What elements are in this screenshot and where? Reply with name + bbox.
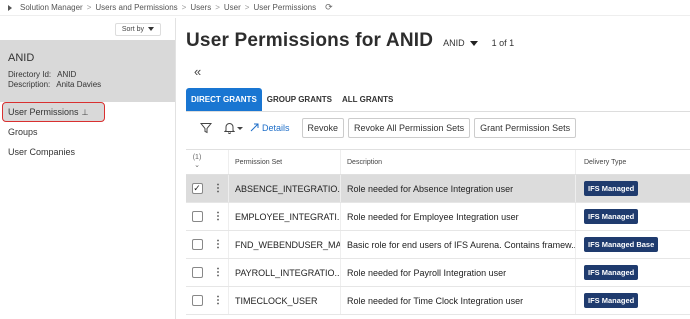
cell-description: Role needed for Employee Integration use… — [340, 203, 575, 230]
cell-permission-set: EMPLOYEE_INTEGRATI... — [228, 203, 340, 230]
grant-permission-sets-button[interactable]: Grant Permission Sets — [474, 118, 577, 138]
kebab-menu-icon[interactable]: ⋮ — [213, 183, 223, 194]
details-button[interactable]: Details — [250, 123, 290, 134]
revoke-all-permission-sets-button[interactable]: Revoke All Permission Sets — [348, 118, 471, 138]
cell-permission-set: FND_WEBENDUSER_MA... — [228, 231, 340, 258]
table-row[interactable]: ⋮ EMPLOYEE_INTEGRATI... Role needed for … — [186, 203, 690, 231]
delivery-type-badge: IFS Managed — [584, 265, 639, 280]
sort-by-button[interactable]: Sort by — [114, 22, 161, 36]
cell-description: Role needed for Absence Integration user — [340, 175, 575, 202]
breadcrumb: Solution Manager > Users and Permissions… — [0, 0, 690, 16]
delivery-type-badge: IFS Managed — [584, 209, 639, 224]
title-row: User Permissions for ANID ANID 1 of 1 — [186, 18, 690, 58]
kebab-menu-icon[interactable]: ⋮ — [213, 239, 223, 250]
breadcrumb-item[interactable]: Solution Manager — [20, 3, 83, 12]
sort-row: Sort by — [0, 18, 175, 40]
refresh-icon[interactable]: ⟳ — [325, 2, 333, 13]
collapse-sidebar-icon[interactable]: « — [194, 64, 201, 79]
tab-direct-grants[interactable]: DIRECT GRANTS — [186, 88, 262, 111]
column-header-description[interactable]: Description — [340, 150, 575, 174]
kebab-menu-icon[interactable]: ⋮ — [213, 295, 223, 306]
delivery-type-badge: IFS Managed — [584, 293, 639, 308]
breadcrumb-item[interactable]: Users — [190, 3, 211, 12]
cell-permission-set: PAYROLL_INTEGRATIO... — [228, 259, 340, 286]
chevron-right-icon: > — [244, 3, 250, 12]
sidebar-item-groups[interactable]: Groups — [0, 122, 175, 142]
delivery-type-badge: IFS Managed — [584, 181, 639, 196]
cell-permission-set: TIMECLOCK_USER — [228, 287, 340, 314]
breadcrumb-item[interactable]: User — [224, 3, 241, 12]
tab-bar: DIRECT GRANTS GROUP GRANTS ALL GRANTS — [186, 88, 690, 112]
cell-description: Role needed for Time Clock Integration u… — [340, 287, 575, 314]
cell-permission-set: ABSENCE_INTEGRATIO... — [228, 175, 340, 202]
record-description-line: Description: Anita Davies — [8, 80, 167, 90]
directory-id-label: Directory Id: — [8, 70, 52, 79]
kebab-menu-icon[interactable]: ⋮ — [213, 267, 223, 278]
permissions-table: (1) ⌄ Permission Set Description Deliver… — [186, 149, 690, 315]
sidebar-item-label: User Companies — [8, 147, 76, 157]
chevron-down-icon: ⌄ — [194, 162, 200, 169]
column-header-delivery-type[interactable]: Delivery Type — [575, 150, 690, 174]
collapse-row: « — [186, 58, 690, 84]
delivery-type-badge: IFS Managed Base — [584, 237, 659, 252]
kebab-menu-icon[interactable]: ⋮ — [213, 211, 223, 222]
sidebar-item-label: User Permissions — [8, 107, 79, 117]
tab-all-grants[interactable]: ALL GRANTS — [337, 88, 398, 111]
revoke-button[interactable]: Revoke — [301, 118, 345, 138]
cell-description: Role needed for Payroll Integration user — [340, 259, 575, 286]
chevron-right-icon: > — [86, 3, 92, 12]
toolbar: Details Revoke Revoke All Permission Set… — [186, 112, 690, 144]
row-checkbox[interactable] — [191, 239, 203, 250]
table-row[interactable]: ✓ ⋮ ABSENCE_INTEGRATIO... Role needed fo… — [186, 175, 690, 203]
sidebar-item-user-permissions[interactable]: User Permissions ⊥ — [2, 102, 105, 122]
row-checkbox[interactable] — [191, 267, 203, 278]
row-checkbox[interactable] — [191, 211, 203, 222]
row-checkbox[interactable]: ✓ — [191, 183, 203, 194]
column-header-permission-set[interactable]: Permission Set — [228, 150, 340, 174]
table-row[interactable]: ⋮ FND_WEBENDUSER_MA... Basic role for en… — [186, 231, 690, 259]
breadcrumb-expand-icon[interactable] — [8, 4, 12, 11]
tab-group-grants[interactable]: GROUP GRANTS — [262, 88, 337, 111]
sort-by-label: Sort by — [121, 25, 144, 33]
record-selector[interactable]: ANID — [443, 38, 478, 48]
record-title: ANID — [8, 52, 35, 64]
record-selector-value: ANID — [443, 38, 465, 48]
external-link-icon — [250, 123, 259, 134]
description-value: Anita Davies — [56, 80, 102, 89]
directory-id-value: ANID — [57, 70, 77, 79]
caret-down-icon — [236, 126, 243, 130]
caret-down-icon — [469, 40, 478, 46]
sidebar: Sort by ANID Directory Id: ANID Descripti… — [0, 18, 176, 319]
page-title: User Permissions for ANID — [186, 30, 434, 51]
bell-icon[interactable] — [220, 118, 246, 138]
sidebar-item-user-companies[interactable]: User Companies — [0, 142, 175, 162]
breadcrumb-item: User Permissions — [253, 3, 317, 12]
table-row[interactable]: ⋮ TIMECLOCK_USER Role needed for Time Cl… — [186, 287, 690, 315]
table-header: (1) ⌄ Permission Set Description Deliver… — [186, 149, 690, 175]
selected-count: (1) — [192, 154, 202, 161]
details-label: Details — [262, 123, 290, 133]
row-checkbox[interactable] — [191, 295, 203, 306]
record-pager: 1 of 1 — [491, 38, 515, 48]
chevron-right-icon: > — [215, 3, 220, 12]
sidebar-item-label: Groups — [8, 127, 38, 137]
select-all-header[interactable]: (1) ⌄ — [186, 154, 208, 170]
breadcrumb-item[interactable]: Users and Permissions — [95, 3, 177, 12]
record-directory-line: Directory Id: ANID — [8, 70, 167, 80]
table-row[interactable]: ⋮ PAYROLL_INTEGRATIO... Role needed for … — [186, 259, 690, 287]
pin-icon[interactable]: ⊥ — [82, 108, 89, 117]
chevron-right-icon: > — [181, 3, 187, 12]
cell-description: Basic role for end users of IFS Aurena. … — [340, 231, 575, 258]
caret-down-icon — [148, 27, 154, 31]
main-content: User Permissions for ANID ANID 1 of 1 « … — [186, 18, 690, 319]
record-card[interactable]: ANID Directory Id: ANID Description: Anita… — [0, 40, 175, 102]
filter-icon[interactable] — [196, 118, 216, 138]
description-label: Description: — [8, 80, 51, 89]
